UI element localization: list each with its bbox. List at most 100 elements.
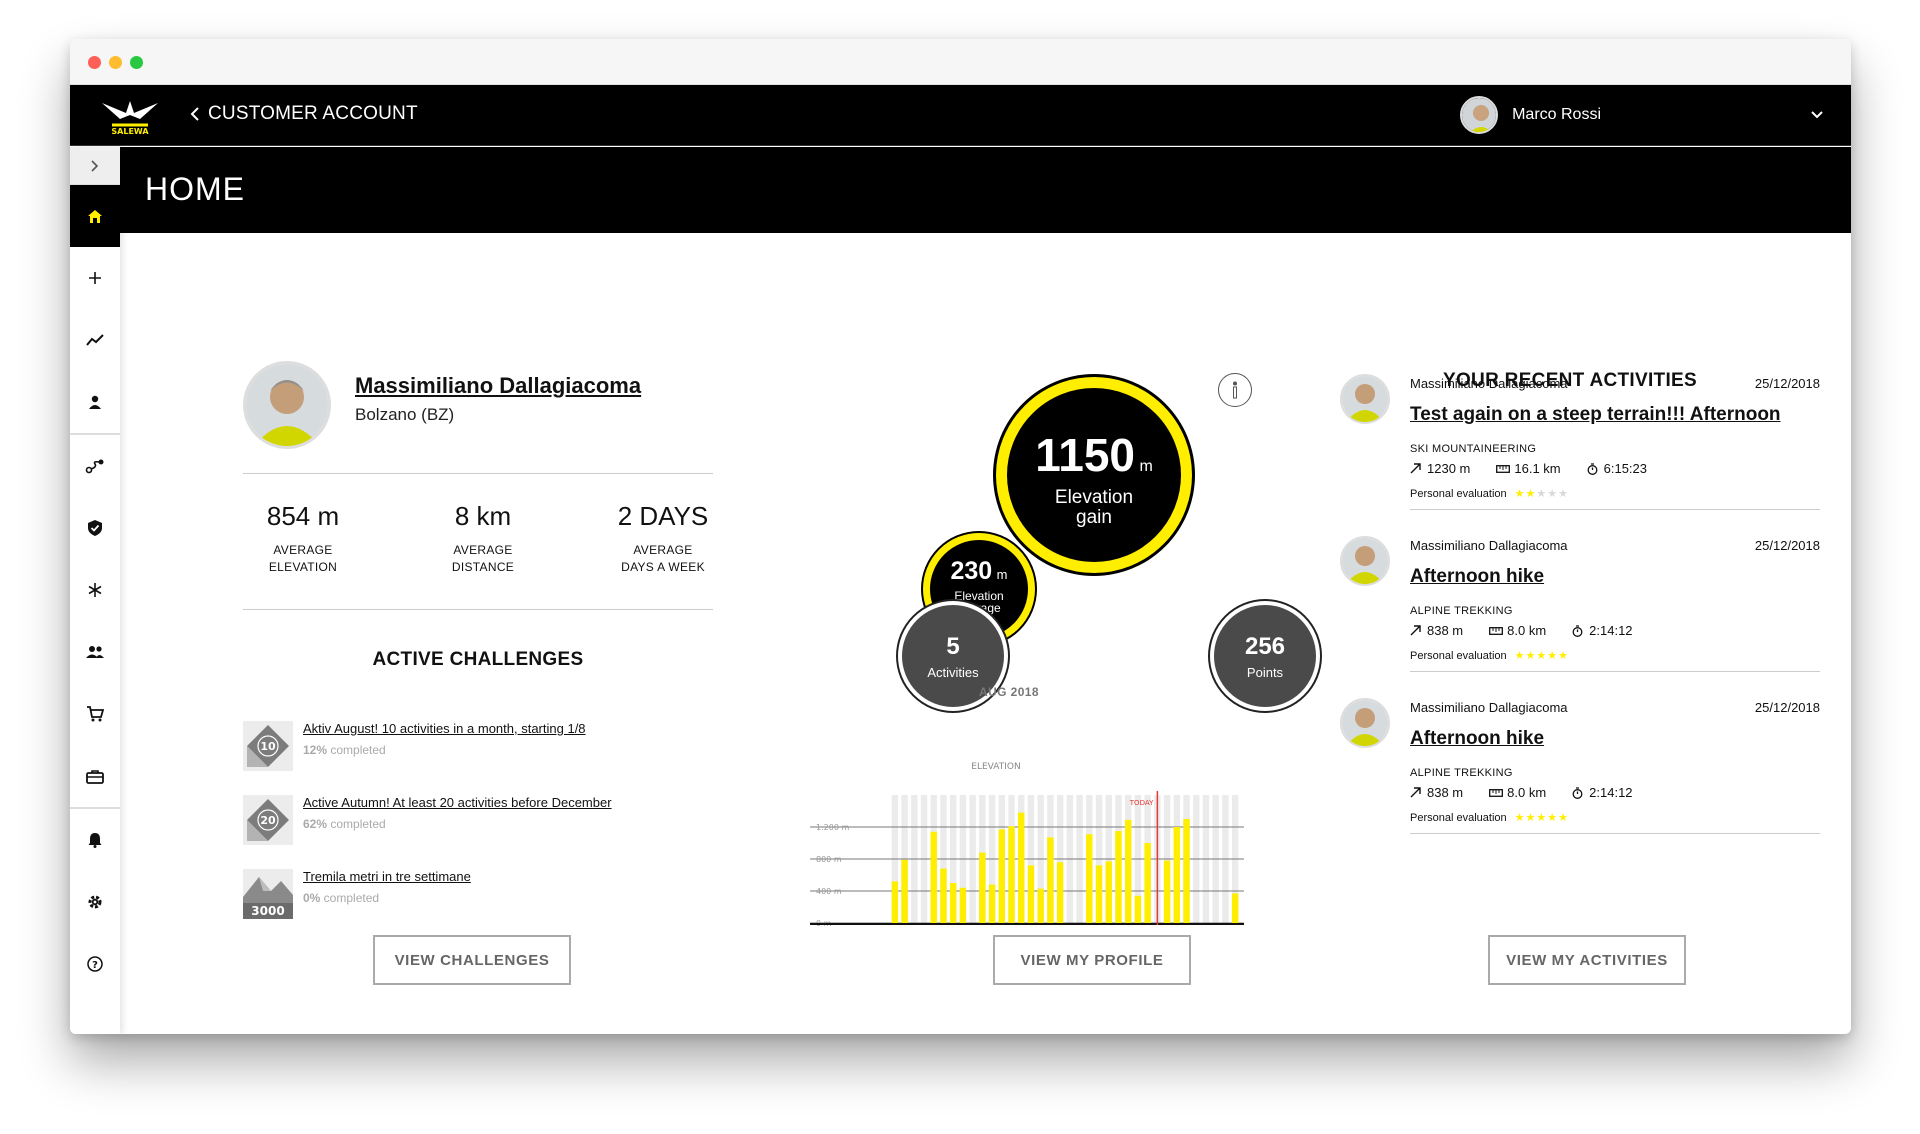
chevron-left-icon xyxy=(190,107,199,121)
activity-divider xyxy=(1410,509,1820,510)
sidebar-item-equipment[interactable] xyxy=(70,745,120,807)
chart-bar xyxy=(1095,865,1103,923)
profile-photo[interactable] xyxy=(243,361,331,449)
info-button[interactable] xyxy=(1218,373,1252,407)
activity-title[interactable]: Afternoon hike xyxy=(1410,728,1544,750)
sidebar-item-community[interactable] xyxy=(70,621,120,683)
user-icon xyxy=(89,395,101,409)
activity-type: SKI MOUNTAINEERING xyxy=(1410,443,1537,455)
activity-user: Massimiliano Dallagiacoma xyxy=(1410,700,1568,715)
view-challenges-button[interactable]: VIEW CHALLENGES xyxy=(373,935,571,985)
star-filled-icon: ★ xyxy=(1558,650,1569,662)
maximize-window-button[interactable] xyxy=(130,56,143,69)
users-icon xyxy=(86,646,104,658)
stat-average-elevation: 854 m AVERAGE ELEVATION xyxy=(238,501,368,576)
star-filled-icon: ★ xyxy=(1536,650,1548,662)
activity-elevation: 838 m xyxy=(1427,623,1464,638)
points-label: Points xyxy=(1246,664,1284,680)
profile-location: Bolzano (BZ) xyxy=(355,405,455,424)
stat-average-distance: 8 km AVERAGE DISTANCE xyxy=(418,501,548,576)
star-filled-icon: ★ xyxy=(1514,488,1526,500)
view-my-activities-button[interactable]: VIEW MY ACTIVITIES xyxy=(1488,935,1686,985)
user-menu[interactable]: Marco Rossi xyxy=(1460,96,1823,134)
avg-unit: m xyxy=(996,566,1008,582)
star-filled-icon: ★ xyxy=(1514,812,1526,824)
sidebar-item-shop[interactable] xyxy=(70,683,120,745)
sidebar-item-routes[interactable] xyxy=(70,435,120,497)
sidebar-item-settings[interactable] xyxy=(70,871,120,933)
chart-bar xyxy=(1037,888,1044,923)
evaluation-label: Personal evaluation xyxy=(1410,811,1507,824)
stat-value: 854 m xyxy=(266,501,340,531)
challenge-status: completed xyxy=(327,817,386,831)
ruler-icon xyxy=(1496,464,1511,473)
chart-bar xyxy=(1018,812,1025,923)
rating-stars: ★★★★★ xyxy=(1515,811,1569,824)
customer-account-back-link[interactable]: CUSTOMER ACCOUNT xyxy=(190,103,418,125)
summary-period: AUG 2018 xyxy=(979,685,1039,699)
stat-value: 8 km xyxy=(454,501,512,531)
activities-label: Activities xyxy=(927,664,979,680)
sidebar-item-security[interactable] xyxy=(70,497,120,559)
challenge-title[interactable]: Aktiv August! 10 activities in a month, … xyxy=(303,721,586,736)
stat-label: AVERAGE xyxy=(273,543,333,557)
stopwatch-icon xyxy=(1572,786,1583,799)
activity-divider xyxy=(1410,671,1820,672)
challenge-item[interactable]: 3000 Tremila metri in tre settimane 0% c… xyxy=(243,869,471,919)
help-icon: ? xyxy=(87,956,103,972)
chart-title: ELEVATION xyxy=(971,762,1020,772)
sidebar-item-add[interactable] xyxy=(70,247,120,309)
active-challenges-title: ACTIVE CHALLENGES xyxy=(372,649,584,670)
activity-distance: 8.0 km xyxy=(1507,785,1547,800)
sidebar-toggle[interactable] xyxy=(70,147,120,185)
chart-bar xyxy=(1086,834,1093,923)
sidebar-item-winter[interactable] xyxy=(70,559,120,621)
chart-bar xyxy=(988,884,996,923)
close-window-button[interactable] xyxy=(88,56,101,69)
activity-distance: 8.0 km xyxy=(1507,623,1547,638)
sidebar-item-notifications[interactable] xyxy=(70,809,120,871)
challenge-badge-icon: 3000 xyxy=(243,869,293,919)
challenge-percent: 62% xyxy=(303,817,328,831)
activity-title[interactable]: Test again on a steep terrain!!! Afterno… xyxy=(1410,404,1781,426)
stat-label: AVERAGE xyxy=(633,543,693,557)
challenge-item[interactable]: 20 Active Autumn! At least 20 activities… xyxy=(243,795,612,845)
activity-title[interactable]: Afternoon hike xyxy=(1410,566,1544,588)
evaluation-label: Personal evaluation xyxy=(1410,487,1507,500)
chart-bar xyxy=(1183,819,1190,923)
sidebar-item-stats[interactable] xyxy=(70,309,120,371)
activities-column: YOUR RECENT ACTIVITIES Massimiliano Dall… xyxy=(1340,233,1820,1033)
minimize-window-button[interactable] xyxy=(109,56,122,69)
chart-bar xyxy=(1124,819,1132,923)
gear-icon xyxy=(88,895,102,909)
challenge-title[interactable]: Active Autumn! At least 20 activities be… xyxy=(303,795,612,810)
challenge-percent: 12% xyxy=(303,743,328,757)
route-icon xyxy=(85,459,104,474)
star-filled-icon: ★ xyxy=(1514,650,1526,662)
main-unit: m xyxy=(1139,458,1153,475)
chart-bar xyxy=(1056,862,1064,923)
salewa-logo[interactable]: SALEWA xyxy=(98,93,162,137)
chart-bar xyxy=(891,881,899,923)
points-value: 256 xyxy=(1244,632,1286,660)
activity-date: 25/12/2018 xyxy=(1754,376,1820,391)
elevation-gain-ring: 1150 m Elevation gain xyxy=(996,377,1192,573)
chart-bar xyxy=(1134,895,1142,923)
challenge-badge-icon: 20 xyxy=(243,795,293,845)
snowflake-icon xyxy=(88,583,102,597)
challenge-title[interactable]: Tremila metri in tre settimane xyxy=(303,869,471,884)
recent-activities-title: YOUR RECENT ACTIVITIES xyxy=(1443,370,1697,391)
sidebar-item-help[interactable]: ? xyxy=(70,933,120,995)
star-filled-icon: ★ xyxy=(1547,650,1559,662)
sidebar-item-home[interactable] xyxy=(70,185,120,247)
star-empty-icon: ★ xyxy=(1536,488,1548,500)
challenge-percent: 0% xyxy=(303,891,321,905)
view-my-profile-button[interactable]: VIEW MY PROFILE xyxy=(993,935,1191,985)
challenge-item[interactable]: 10 Aktiv August! 10 activities in a mont… xyxy=(243,721,586,771)
chart-bar xyxy=(901,859,908,923)
challenge-badge-number: 10 xyxy=(260,740,276,753)
main-label: Elevation xyxy=(1054,487,1134,508)
profile-name[interactable]: Massimiliano Dallagiacoma xyxy=(355,373,641,399)
chart-bar xyxy=(1231,893,1239,923)
sidebar-item-profile[interactable] xyxy=(70,371,120,433)
